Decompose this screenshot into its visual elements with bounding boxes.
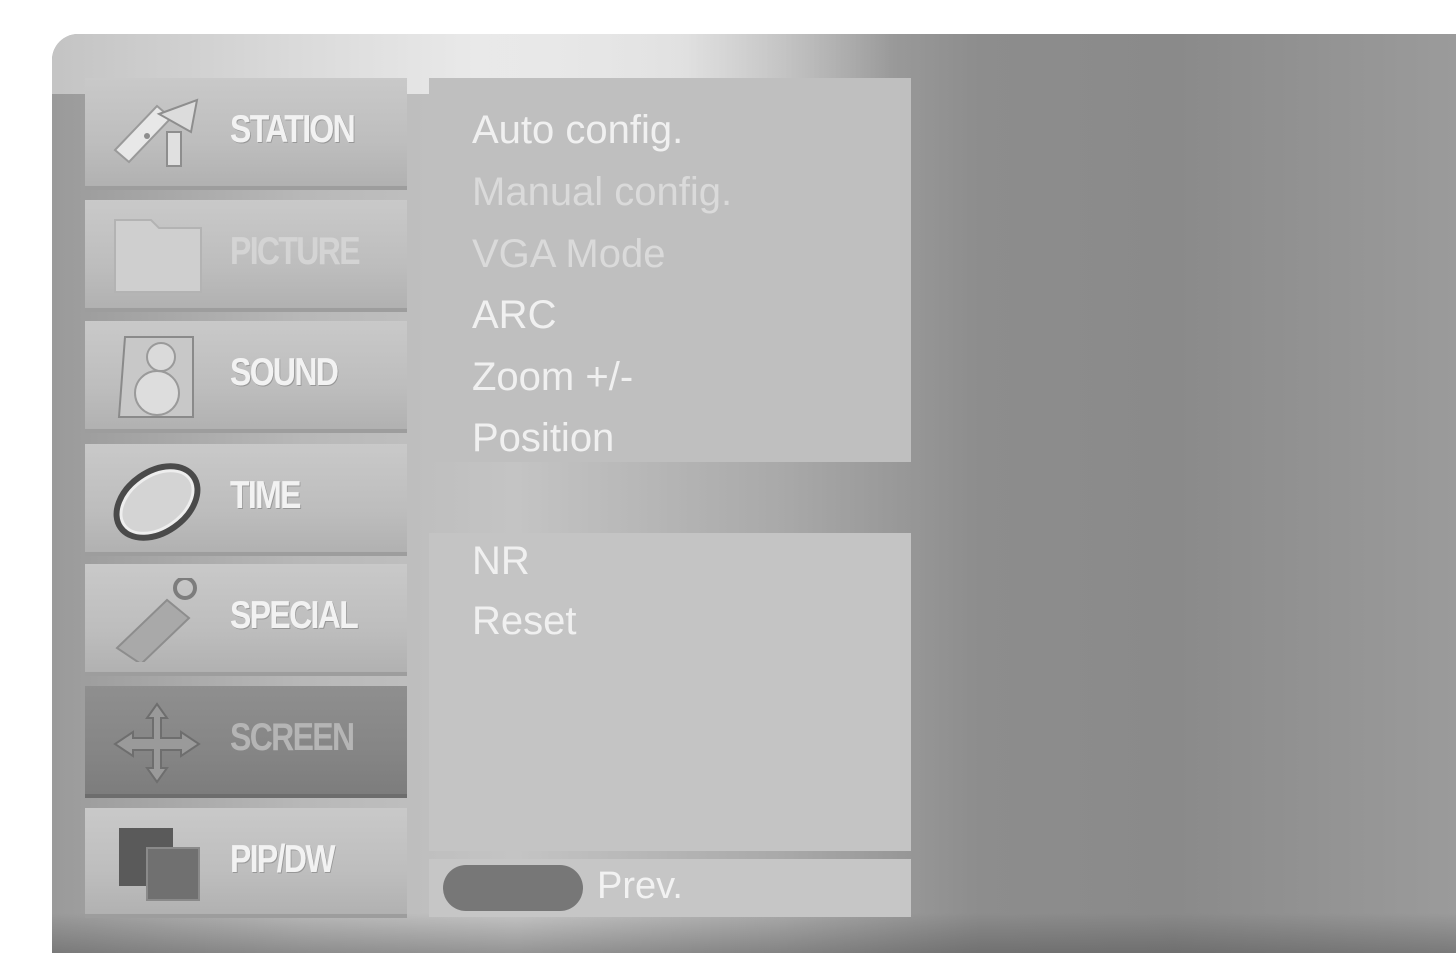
submenu-item-nr[interactable]: NR <box>472 539 530 584</box>
submenu-item-vga-mode[interactable]: VGA Mode <box>472 232 665 277</box>
menu-item-label: PIP/DW <box>230 838 336 881</box>
prev-button[interactable] <box>443 865 583 911</box>
submenu-lower: NR Reset <box>429 533 911 851</box>
submenu-item-zoom[interactable]: Zoom +/- <box>472 355 633 400</box>
key-tag-icon <box>115 578 197 662</box>
speaker-icon <box>117 336 194 418</box>
prev-label: Prev. <box>597 865 683 907</box>
menu-item-label: SCREEN <box>230 716 355 759</box>
pip-window-icon <box>119 828 200 901</box>
menu-item-label: STATION <box>230 108 356 151</box>
submenu-item-arc[interactable]: ARC <box>472 293 556 338</box>
submenu-item-position[interactable]: Position <box>472 416 614 461</box>
submenu-item-reset[interactable]: Reset <box>472 599 577 644</box>
menu-item-label: TIME <box>230 474 301 517</box>
menu-item-station[interactable]: STATION <box>85 78 407 190</box>
submenu-upper: Auto config. Manual config. VGA Mode ARC… <box>429 78 911 462</box>
menu-item-special[interactable]: SPECIAL <box>85 564 407 676</box>
submenu-item-auto-config[interactable]: Auto config. <box>472 108 683 153</box>
menu-item-pip-dw[interactable]: PIP/DW <box>85 808 407 918</box>
satellite-dish-icon <box>113 98 199 167</box>
menu-item-sound[interactable]: SOUND <box>85 321 407 433</box>
menu-item-time[interactable]: TIME <box>85 444 407 556</box>
picture-folder-icon <box>114 219 202 293</box>
menu-item-picture[interactable]: PICTURE <box>85 200 407 312</box>
footer-bar: Prev. <box>429 859 911 917</box>
menu-item-label: SPECIAL <box>230 594 359 637</box>
clock-ring-icon <box>113 463 201 541</box>
menu-item-label: SOUND <box>230 351 339 394</box>
menu-item-screen[interactable]: SCREEN <box>85 686 407 798</box>
menu-item-label: PICTURE <box>230 230 361 273</box>
move-arrows-icon <box>113 702 201 784</box>
submenu-item-manual-config[interactable]: Manual config. <box>472 170 732 215</box>
